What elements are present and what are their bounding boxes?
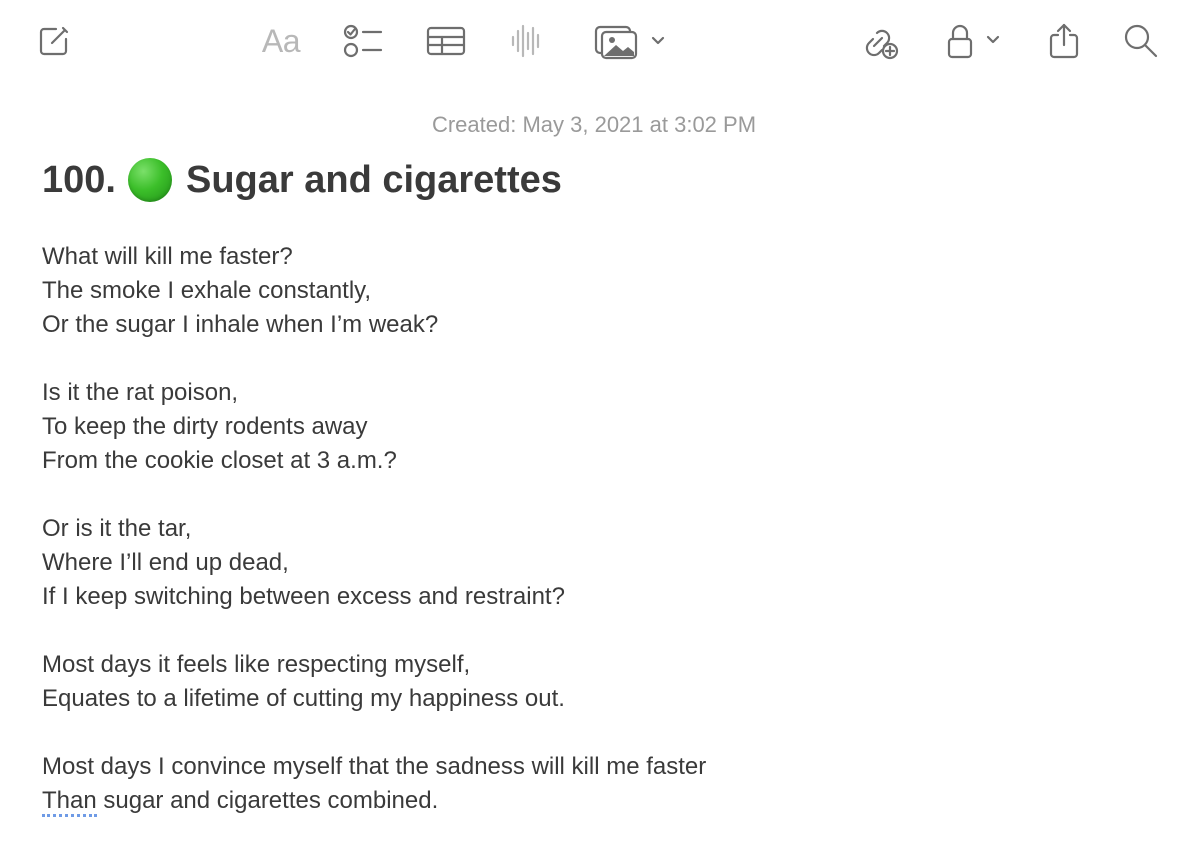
table-icon xyxy=(426,26,466,56)
poem-line-last: Than sugar and cigarettes combined. xyxy=(42,784,706,818)
stanza: Most days I convince myself that the sad… xyxy=(42,750,706,818)
poem-line: Where I’ll end up dead, xyxy=(42,549,289,576)
poem-line: Is it the rat poison, xyxy=(42,379,239,406)
collaborate-button[interactable] xyxy=(858,18,902,64)
checklist-icon xyxy=(343,24,383,58)
search-icon xyxy=(1124,24,1158,58)
compose-button[interactable] xyxy=(34,18,74,64)
audio-button[interactable] xyxy=(506,18,546,64)
format-button[interactable]: Aa xyxy=(256,18,306,64)
chevron-down-icon xyxy=(651,36,665,45)
lock-button[interactable] xyxy=(940,18,1010,64)
created-timestamp: Created: May 3, 2021 at 3:02 PM xyxy=(431,112,757,137)
poem-line: From the cookie closet at 3 a.m.? xyxy=(42,447,397,474)
checklist-button[interactable] xyxy=(340,18,384,64)
compose-icon xyxy=(39,26,69,56)
stanza: Most days it feels like respecting mysel… xyxy=(42,648,706,716)
search-button[interactable] xyxy=(1120,18,1162,64)
chevron-down-icon xyxy=(986,35,1000,44)
poem-line: Equates to a lifetime of cutting my happ… xyxy=(42,685,565,712)
note-body[interactable]: What will kill me faster? The smoke I ex… xyxy=(42,240,706,818)
poem-line-rest: sugar and cigarettes combined. xyxy=(96,787,439,814)
media-button[interactable] xyxy=(590,18,670,64)
lock-icon xyxy=(947,24,1000,59)
stanza: What will kill me faster? The smoke I ex… xyxy=(42,240,706,342)
text-format-icon: Aa xyxy=(261,22,301,59)
stanza: Is it the rat poison, To keep the dirty … xyxy=(42,376,706,478)
title-text: Sugar and cigarettes xyxy=(185,158,562,201)
spellcheck-underlined-word[interactable]: Than xyxy=(42,787,97,817)
table-button[interactable] xyxy=(424,18,468,64)
share-icon xyxy=(1049,23,1079,59)
share-button[interactable] xyxy=(1044,18,1084,64)
title-number: 100. xyxy=(42,158,116,201)
poem-line: Or the sugar I inhale when I’m weak? xyxy=(42,311,439,338)
note-title[interactable]: 100. Sugar and cigarettes xyxy=(42,158,562,202)
poem-line: To keep the dirty rodents away xyxy=(42,413,368,440)
poem-line: What will kill me faster? xyxy=(42,243,293,270)
green-circle-emoji xyxy=(127,158,172,202)
link-add-icon xyxy=(865,29,899,60)
poem-line: The smoke I exhale constantly, xyxy=(42,277,372,304)
poem-line: Or is it the tar, xyxy=(42,515,192,542)
poem-line: Most days it feels like respecting mysel… xyxy=(42,651,471,678)
stanza: Or is it the tar, Where I’ll end up dead… xyxy=(42,512,706,614)
photo-icon xyxy=(594,25,665,60)
waveform-icon xyxy=(511,24,540,58)
poem-line: Most days I convince myself that the sad… xyxy=(42,753,707,780)
poem-line: If I keep switching between excess and r… xyxy=(42,583,565,610)
toolbar: Aa xyxy=(0,0,1188,84)
